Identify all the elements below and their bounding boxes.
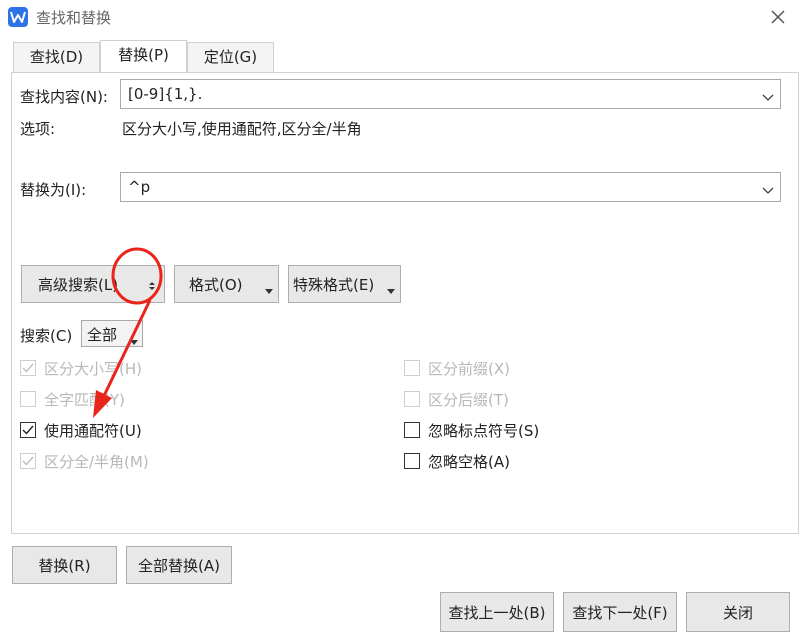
close-button-label: 关闭 [722, 604, 753, 622]
ignore-space-label: 忽略空格(A) [428, 453, 510, 471]
full-half-width-label: 区分全/半角(M) [44, 453, 149, 471]
match-prefix-checkbox[interactable] [404, 360, 420, 376]
special-format-button[interactable]: 特殊格式(E) [288, 265, 401, 303]
find-label: 查找内容(N): [20, 88, 108, 106]
caret-down-icon [387, 281, 395, 299]
match-suffix-label: 区分后缀(T) [428, 391, 509, 409]
ignore-punctuation-checkbox[interactable] [404, 422, 420, 438]
search-label: 搜索(C) [20, 327, 73, 345]
replace-input[interactable]: ^p [120, 172, 781, 202]
replace-all-button[interactable]: 全部替换(A) [126, 546, 232, 584]
full-half-width-checkbox[interactable] [20, 453, 36, 469]
close-icon[interactable] [765, 4, 791, 30]
wps-writer-icon [8, 7, 28, 27]
title-bar: 查找和替换 [0, 0, 803, 34]
match-prefix-label: 区分前缀(X) [428, 360, 510, 378]
ignore-space-checkbox[interactable] [404, 453, 420, 469]
find-value: [0-9]{1,}. [128, 85, 203, 103]
caret-down-icon [130, 332, 138, 350]
find-input[interactable]: [0-9]{1,}. [120, 79, 781, 109]
window-title: 查找和替换 [36, 9, 112, 27]
find-previous-label: 查找上一处(B) [448, 604, 546, 622]
whole-word-checkbox[interactable] [20, 391, 36, 407]
wildcards-checkbox[interactable] [20, 422, 36, 438]
replace-button[interactable]: 替换(R) [12, 546, 117, 584]
chevron-down-icon[interactable] [762, 89, 774, 107]
search-direction-select[interactable]: 全部 [81, 320, 143, 347]
replace-label: 替换为(I): [20, 181, 87, 199]
format-button[interactable]: 格式(O) [174, 265, 279, 303]
find-replace-dialog: 查找和替换 查找(D) 替换(P) 定位(G) 查找内容(N): [0-9]{1… [0, 0, 803, 642]
options-label: 选项: [20, 120, 56, 138]
ignore-punctuation-label: 忽略标点符号(S) [428, 422, 540, 440]
match-case-checkbox[interactable] [20, 360, 36, 376]
replace-all-button-label: 全部替换(A) [138, 557, 220, 575]
format-label: 格式(O) [189, 276, 243, 294]
find-next-button[interactable]: 查找下一处(F) [563, 592, 677, 632]
special-format-label: 特殊格式(E) [293, 276, 375, 294]
find-previous-button[interactable]: 查找上一处(B) [440, 592, 554, 632]
collapse-icon [148, 278, 156, 296]
caret-down-icon [265, 281, 273, 299]
replace-value: ^p [128, 178, 151, 196]
tab-find[interactable]: 查找(D) [13, 42, 100, 72]
whole-word-label: 全字匹配(Y) [44, 391, 125, 409]
tab-goto[interactable]: 定位(G) [187, 42, 274, 72]
advanced-search-button[interactable]: 高级搜索(L) [21, 265, 165, 303]
close-button[interactable]: 关闭 [686, 592, 790, 632]
replace-button-label: 替换(R) [38, 557, 91, 575]
options-value: 区分大小写,使用通配符,区分全/半角 [122, 120, 362, 138]
tab-replace[interactable]: 替换(P) [100, 40, 187, 72]
search-direction-value: 全部 [87, 326, 118, 344]
chevron-down-icon[interactable] [762, 182, 774, 200]
match-suffix-checkbox[interactable] [404, 391, 420, 407]
find-next-label: 查找下一处(F) [572, 604, 668, 622]
advanced-search-label: 高级搜索(L) [38, 276, 119, 294]
match-case-label: 区分大小写(H) [44, 360, 142, 378]
wildcards-label: 使用通配符(U) [44, 422, 142, 440]
